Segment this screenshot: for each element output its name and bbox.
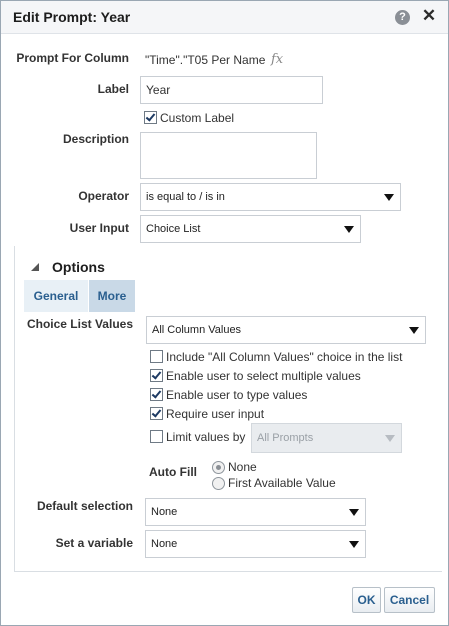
description-label: Description [62,132,129,146]
cancel-button-label: Cancel [389,593,430,607]
cancel-button[interactable]: Cancel [384,587,435,613]
collapse-triangle-icon[interactable] [31,263,39,271]
user-input-label: User Input [69,221,129,235]
default-selection-value: None [151,506,178,518]
choice-list-values-select[interactable]: All Column Values [146,316,426,344]
operator-label: Operator [78,189,129,203]
options-header: Options [52,259,105,275]
tab-more-label: More [97,289,127,303]
operator-value: is equal to / is in [146,191,225,203]
limit-values-checkbox[interactable] [150,430,163,443]
choice-list-values-label: Choice List Values [26,317,133,331]
dialog-title-bar: Edit Prompt: Year ? ✕ [1,1,448,34]
user-input-value: Choice List [146,223,201,235]
fx-icon[interactable]: fx [271,52,283,67]
limit-values-value: All Prompts [257,432,314,444]
default-selection-label: Default selection [36,499,133,513]
chevron-down-icon [409,327,419,334]
chevron-down-icon [349,509,359,516]
custom-label-checkbox[interactable] [144,111,157,124]
multiple-values-checkbox[interactable] [150,369,163,382]
auto-fill-first-radio[interactable] [212,477,225,490]
chevron-down-icon [385,435,395,442]
default-selection-select[interactable]: None [145,498,366,526]
chevron-down-icon [384,194,394,201]
tab-general[interactable]: General [24,280,88,312]
require-input-checkbox[interactable] [150,407,163,420]
limit-values-select[interactable]: All Prompts [251,423,402,453]
require-input-text: Require user input [166,407,265,421]
label-input[interactable]: Year [140,76,323,104]
multiple-values-text: Enable user to select multiple values [166,369,361,383]
auto-fill-first-text: First Available Value [228,476,336,490]
type-values-text: Enable user to type values [166,388,308,402]
tab-more[interactable]: More [89,280,135,312]
auto-fill-label: Auto Fill [149,465,197,479]
prompt-for-column-value: "Time"."T05 Per Name [145,53,266,67]
prompt-for-column-label: Prompt For Column [16,51,129,65]
description-textarea[interactable] [140,132,317,179]
auto-fill-none-text: None [228,460,257,474]
set-variable-label: Set a variable [55,536,133,550]
include-all-values-checkbox[interactable] [150,350,163,363]
auto-fill-none-radio[interactable] [212,461,225,474]
ok-button-label: OK [357,593,376,607]
set-variable-value: None [151,538,178,550]
close-icon[interactable]: ✕ [421,7,437,25]
label-field-label: Label [97,82,129,96]
user-input-select[interactable]: Choice List [140,215,361,243]
chevron-down-icon [349,541,359,548]
options-panel: Options General More Choice List Values … [14,246,442,572]
question-icon[interactable]: ? [395,10,410,25]
dialog-title: Edit Prompt: Year [13,9,131,25]
operator-select[interactable]: is equal to / is in [140,183,401,211]
label-input-value: Year [146,83,171,97]
tab-general-label: General [33,289,79,303]
limit-values-text: Limit values by [166,430,246,444]
custom-label-text: Custom Label [160,111,235,125]
chevron-down-icon [344,226,354,233]
choice-list-values-value: All Column Values [152,324,242,336]
ok-button[interactable]: OK [352,587,381,613]
include-all-values-text: Include "All Column Values" choice in th… [166,350,403,364]
set-variable-select[interactable]: None [145,530,366,558]
edit-prompt-dialog: Edit Prompt: Year ? ✕ Prompt For Column … [0,0,449,626]
type-values-checkbox[interactable] [150,388,163,401]
